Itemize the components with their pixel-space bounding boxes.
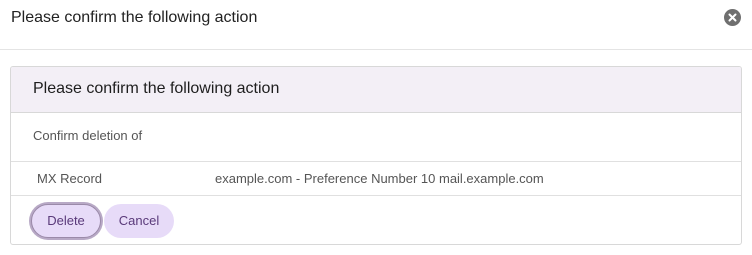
record-row: MX Record example.com - Preference Numbe… [11,161,741,196]
panel-heading: Please confirm the following action [11,67,741,113]
modal-title: Please confirm the following action [11,9,258,26]
panel-title: Please confirm the following action [33,80,280,97]
delete-button[interactable]: Delete [31,204,101,238]
record-type: MX Record [37,171,103,186]
confirm-deletion-text: Confirm deletion of [33,128,143,143]
confirmation-panel: Please confirm the following action Conf… [10,66,742,245]
cancel-button[interactable]: Cancel [104,204,174,238]
close-icon[interactable] [724,9,741,26]
modal-header: Please confirm the following action [0,0,752,50]
record-value: example.com - Preference Number 10 mail.… [215,171,544,186]
